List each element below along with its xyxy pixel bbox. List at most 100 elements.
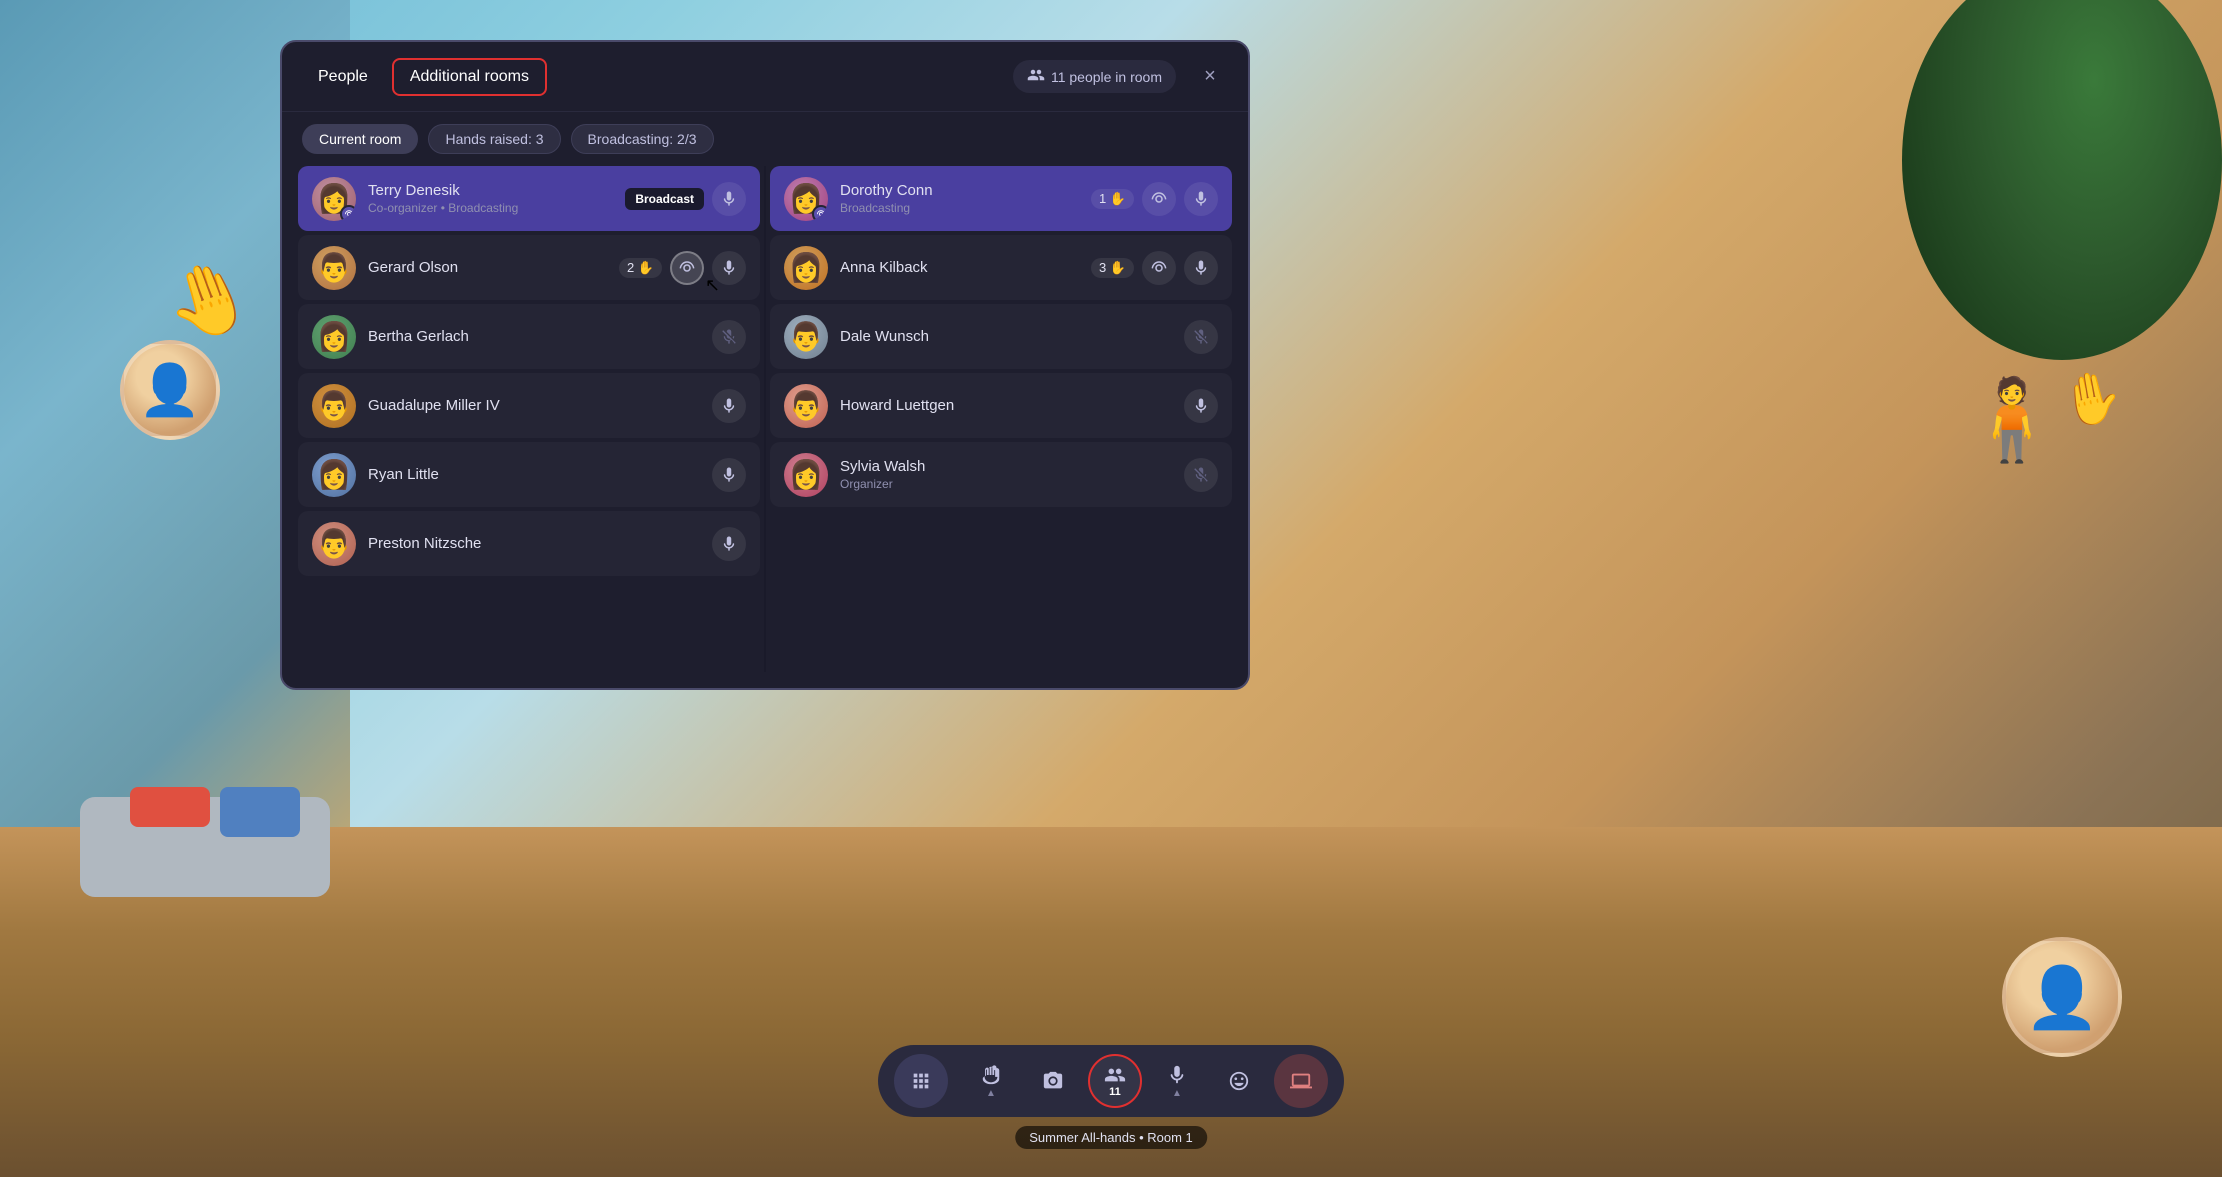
- broadcast-button[interactable]: [670, 251, 704, 285]
- list-item[interactable]: 👩 Anna Kilback 3 ✋: [770, 235, 1232, 300]
- person-role: Broadcasting: [840, 201, 1079, 215]
- person-info: Preston Nitzsche: [368, 535, 700, 552]
- room-label: Summer All-hands • Room 1: [1015, 1126, 1207, 1149]
- person-info: Sylvia Walsh Organizer: [840, 458, 1172, 491]
- bg-avatar-bottom-right: [2002, 937, 2122, 1057]
- person-info: Anna Kilback: [840, 259, 1079, 276]
- mic-button[interactable]: [712, 251, 746, 285]
- filter-broadcasting[interactable]: Broadcasting: 2/3: [571, 124, 714, 154]
- mic-muted-button[interactable]: [1184, 320, 1218, 354]
- list-item[interactable]: 👩 Bertha Gerlach: [298, 304, 760, 369]
- person-actions: [712, 389, 746, 423]
- bg-cushion1: [130, 787, 210, 827]
- person-info: Howard Luettgen: [840, 397, 1172, 414]
- left-column: 👩 Terry Denesik Co-organizer • Broadcast…: [298, 166, 760, 672]
- broadcast-button[interactable]: [1142, 251, 1176, 285]
- person-info: Terry Denesik Co-organizer • Broadcastin…: [368, 182, 613, 215]
- list-item[interactable]: 👨 Guadalupe Miller IV: [298, 373, 760, 438]
- broadcast-indicator: [812, 205, 828, 221]
- filter-current-room[interactable]: Current room: [302, 124, 418, 154]
- person-actions: [712, 320, 746, 354]
- main-panel: People Additional rooms 11 people in roo…: [280, 40, 1250, 690]
- avatar: 👩: [784, 453, 828, 497]
- bg-cushion2: [220, 787, 300, 837]
- mic-button[interactable]: [712, 389, 746, 423]
- avatar: 👨: [312, 384, 356, 428]
- mic-button[interactable]: [1184, 251, 1218, 285]
- filter-hands-raised[interactable]: Hands raised: 3: [428, 124, 560, 154]
- panel-header: People Additional rooms 11 people in roo…: [282, 42, 1248, 112]
- person-actions: [1184, 320, 1218, 354]
- person-actions: 3 ✋: [1091, 251, 1218, 285]
- person-name: Ryan Little: [368, 466, 700, 483]
- broadcast-badge: Broadcast: [625, 188, 704, 210]
- avatar: 👨: [312, 522, 356, 566]
- list-item[interactable]: 👨 Preston Nitzsche: [298, 511, 760, 576]
- person-info: Bertha Gerlach: [368, 328, 700, 345]
- person-role: Organizer: [840, 477, 1172, 491]
- emoji-button[interactable]: [1212, 1054, 1266, 1108]
- list-item[interactable]: 👩 Dorothy Conn Broadcasting 1 ✋: [770, 166, 1232, 231]
- column-divider: [764, 166, 766, 672]
- close-button[interactable]: ×: [1192, 59, 1228, 95]
- mic-muted-button[interactable]: [1184, 458, 1218, 492]
- people-button[interactable]: 11: [1088, 1054, 1142, 1108]
- avatar: 👨: [784, 384, 828, 428]
- people-count-badge: 11: [1109, 1086, 1121, 1098]
- person-actions: 2 ✋: [619, 251, 746, 285]
- list-item[interactable]: 👨 Gerard Olson 2 ✋ ↗: [298, 235, 760, 300]
- list-item[interactable]: 👨 Dale Wunsch: [770, 304, 1232, 369]
- person-info: Dorothy Conn Broadcasting: [840, 182, 1079, 215]
- right-column: 👩 Dorothy Conn Broadcasting 1 ✋: [770, 166, 1232, 672]
- tab-people[interactable]: People: [302, 60, 384, 94]
- person-name: Howard Luettgen: [840, 397, 1172, 414]
- broadcast-indicator: [340, 205, 356, 221]
- person-info: Guadalupe Miller IV: [368, 397, 700, 414]
- bg-hand-right: 🤚: [2055, 365, 2127, 434]
- taskbar: ▲ 11 ▲: [878, 1045, 1344, 1117]
- avatar: 👨: [312, 246, 356, 290]
- person-name: Preston Nitzsche: [368, 535, 700, 552]
- avatar: 👩: [784, 246, 828, 290]
- mic-button[interactable]: [712, 527, 746, 561]
- filter-bar: Current room Hands raised: 3 Broadcastin…: [282, 112, 1248, 166]
- list-item[interactable]: 👨 Howard Luettgen: [770, 373, 1232, 438]
- list-item[interactable]: 👩 Sylvia Walsh Organizer: [770, 442, 1232, 507]
- mic-button[interactable]: [712, 458, 746, 492]
- raise-hand-button[interactable]: ▲: [964, 1054, 1018, 1108]
- avatar: 👩: [312, 453, 356, 497]
- mic-button[interactable]: [1184, 389, 1218, 423]
- person-role: Co-organizer • Broadcasting: [368, 201, 613, 215]
- mic-muted-button[interactable]: [712, 320, 746, 354]
- person-actions: [712, 458, 746, 492]
- person-actions: [712, 527, 746, 561]
- camera-button[interactable]: [1026, 1054, 1080, 1108]
- mic-button[interactable]: [712, 182, 746, 216]
- person-name: Gerard Olson: [368, 259, 607, 276]
- hand-count: 3 ✋: [1091, 258, 1134, 278]
- person-actions: [1184, 458, 1218, 492]
- broadcast-button[interactable]: [1142, 182, 1176, 216]
- bg-avatar-left: [120, 340, 220, 440]
- avatar: 👩: [312, 177, 356, 221]
- person-info: Ryan Little: [368, 466, 700, 483]
- person-actions: 1 ✋: [1091, 182, 1218, 216]
- people-count-badge: 11 people in room: [1013, 60, 1176, 93]
- person-name: Guadalupe Miller IV: [368, 397, 700, 414]
- raise-hand-label: ▲: [986, 1088, 996, 1099]
- list-item[interactable]: 👩 Ryan Little: [298, 442, 760, 507]
- person-name: Anna Kilback: [840, 259, 1079, 276]
- mic-taskbar-button[interactable]: ▲: [1150, 1054, 1204, 1108]
- bg-person-standing: 🧍: [1962, 380, 2062, 460]
- bg-floor: [0, 827, 2222, 1177]
- mic-button[interactable]: [1184, 182, 1218, 216]
- apps-button[interactable]: [894, 1054, 948, 1108]
- list-item[interactable]: 👩 Terry Denesik Co-organizer • Broadcast…: [298, 166, 760, 231]
- avatar: 👩: [784, 177, 828, 221]
- person-actions: Broadcast: [625, 182, 746, 216]
- tab-additional-rooms[interactable]: Additional rooms: [392, 58, 547, 96]
- people-grid: 👩 Terry Denesik Co-organizer • Broadcast…: [282, 166, 1248, 688]
- share-screen-button[interactable]: [1274, 1054, 1328, 1108]
- avatar: 👨: [784, 315, 828, 359]
- person-name: Dale Wunsch: [840, 328, 1172, 345]
